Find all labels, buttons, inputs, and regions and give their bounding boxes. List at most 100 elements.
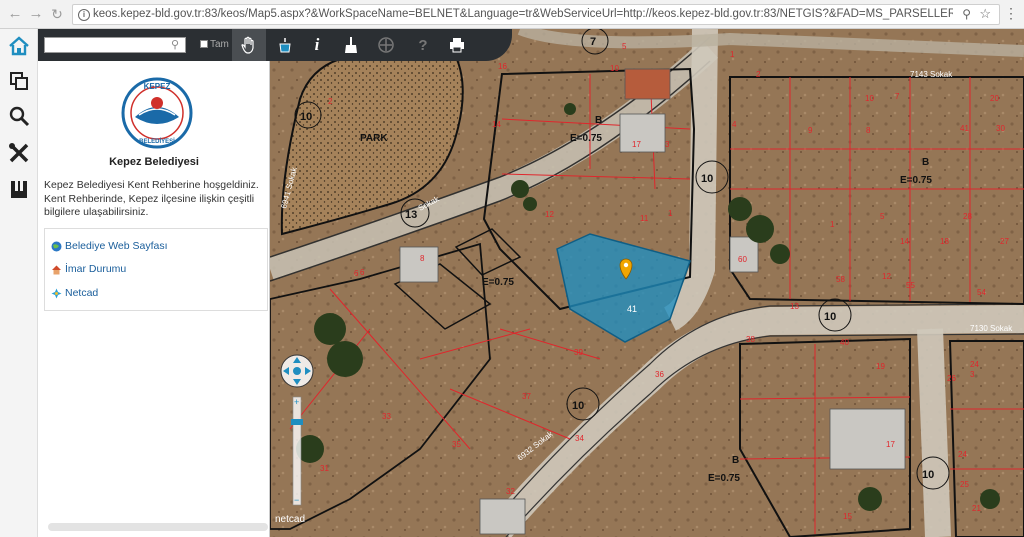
parcel-number: 26 <box>947 374 956 383</box>
parcel-number: 21 <box>972 504 981 513</box>
parcel-number: 5 <box>880 212 885 221</box>
zoom-in-icon[interactable]: + <box>294 397 299 407</box>
zoom-slider[interactable] <box>292 396 302 506</box>
parcel-number: 2 <box>328 97 333 106</box>
road-width-label: 10 <box>701 173 713 185</box>
link-belediye-web[interactable]: Belediye Web Sayfası <box>51 239 168 253</box>
parcel-number: 58 <box>836 275 845 284</box>
parcel-number: 15 <box>843 512 852 521</box>
road-width-label: 7 <box>590 36 596 48</box>
map-toolbar: i ? <box>232 29 512 61</box>
parcel-number: 3 <box>665 140 670 149</box>
zoom-out-icon[interactable]: − <box>294 495 299 505</box>
parcel-number: 10 <box>610 64 619 73</box>
search-icon[interactable] <box>0 99 37 133</box>
parcel-number: 24 <box>970 360 979 369</box>
parcel-number: 8 <box>420 254 425 263</box>
road-width-label: 10 <box>824 311 836 323</box>
zoom-magnifier-icon[interactable]: ⚲ <box>962 7 971 21</box>
road-width-label: 13 <box>405 209 417 221</box>
parcel-number: 16 <box>498 62 507 71</box>
zoom-handle[interactable] <box>291 419 303 425</box>
link-netcad[interactable]: Netcad <box>51 286 98 300</box>
home-icon[interactable] <box>0 29 37 63</box>
search-input[interactable] <box>44 37 186 53</box>
map-canvas[interactable]: PARK 41 7 10 10 10 10 13 10 B E=0.75 B E… <box>270 29 1024 537</box>
parcel-number: 12 <box>882 272 891 281</box>
forward-arrow-icon[interactable]: → <box>27 5 45 23</box>
parcel-number: 37 <box>522 392 531 401</box>
parcel-number: 28 <box>963 212 972 221</box>
map-zoom-control[interactable]: + − <box>270 347 324 517</box>
parcel-number: 5 <box>622 42 627 51</box>
parcel-number: 60 <box>738 255 747 264</box>
compass-icon[interactable] <box>369 29 403 61</box>
parcel-number: 34 <box>575 434 584 443</box>
zone-b-label: B <box>595 115 602 126</box>
street-7130-label: 7130 Sokak <box>970 324 1013 333</box>
help-icon[interactable]: ? <box>406 29 440 61</box>
svg-text:BELEDİYESİ: BELEDİYESİ <box>139 138 175 145</box>
tools-icon[interactable] <box>0 136 37 170</box>
parcel-number: 17 <box>632 140 641 149</box>
svg-text:KEPEZ: KEPEZ <box>144 82 171 91</box>
link-label[interactable]: İmar Durumu <box>65 263 126 275</box>
reload-icon[interactable]: ↻ <box>48 5 66 23</box>
density-label: E=0.75 <box>900 175 932 186</box>
bookmark-icon[interactable] <box>0 172 37 206</box>
parcel-number: 6 <box>360 268 365 277</box>
parcel-number: 39 <box>574 348 583 357</box>
density-label: E=0.75 <box>570 133 602 144</box>
parcel-number: 14 <box>900 237 909 246</box>
welcome-text: Kepez Belediyesi Kent Rehberine hoşgeldi… <box>44 179 259 218</box>
browser-menu-icon[interactable]: ⋮ <box>1004 6 1018 20</box>
parcel-number: 38 <box>746 335 755 344</box>
parcel-number: 9 <box>808 126 813 135</box>
link-label[interactable]: Netcad <box>65 287 98 299</box>
parcel-number: 13 <box>790 302 799 311</box>
parcel-number: 18 <box>940 237 949 246</box>
info-circle-icon[interactable]: i <box>78 9 90 21</box>
hand-icon[interactable] <box>232 29 266 61</box>
parcel-number: 14 <box>492 120 501 129</box>
road-width-label: 10 <box>300 111 312 123</box>
parcel-number: 33 <box>382 412 391 421</box>
browser-address-bar: ← → ↻ i keos.kepez-bld.gov.tr:83/keos/Ma… <box>0 0 1024 29</box>
parcel-number: 41 <box>960 124 969 133</box>
parcel-number: 54 <box>977 288 986 297</box>
panel-scrollbar[interactable] <box>48 523 268 531</box>
back-arrow-icon[interactable]: ← <box>6 5 24 23</box>
parcel-number: 25 <box>960 480 969 489</box>
zone-b-label: B <box>922 157 929 168</box>
netcad-icon <box>51 288 62 298</box>
broom-icon[interactable] <box>334 29 368 61</box>
bookmark-star-icon[interactable]: ☆ <box>979 6 991 22</box>
tam-label: Tam <box>210 39 229 50</box>
park-label: PARK <box>360 133 388 144</box>
info-icon[interactable]: i <box>300 29 334 61</box>
road-width-label: 10 <box>922 469 934 481</box>
parcel-number: 6 <box>354 269 359 278</box>
parcel-number: 7 <box>895 92 900 101</box>
bucket-icon[interactable] <box>268 29 302 61</box>
parcel-number: 35 <box>452 440 461 449</box>
tam-checkbox[interactable] <box>200 40 208 48</box>
netcad-watermark: netcad <box>275 514 306 525</box>
info-panel: ⚲ Tam KEPEZ BELEDİYESİ Kepez Belediyesi … <box>38 29 270 537</box>
parcel-number: 3 <box>970 370 975 379</box>
layers-icon[interactable] <box>0 64 37 98</box>
globe-icon <box>51 241 62 251</box>
link-label[interactable]: Belediye Web Sayfası <box>65 240 168 252</box>
url-text[interactable]: keos.kepez-bld.gov.tr:83/keos/Map5.aspx?… <box>93 8 953 20</box>
parcel-number: 27 <box>1000 237 1009 246</box>
parcel-number: 2 <box>756 70 761 79</box>
parcel-number: 19 <box>876 362 885 371</box>
parcel-number: 11 <box>640 214 649 223</box>
print-icon[interactable] <box>440 29 474 61</box>
icon-sidebar <box>0 29 38 537</box>
map-svg[interactable]: PARK 41 7 10 10 10 10 13 10 B E=0.75 B E… <box>270 29 1024 537</box>
url-field[interactable]: i keos.kepez-bld.gov.tr:83/keos/Map5.asp… <box>72 4 1000 25</box>
parcel-number: 1 <box>668 209 673 218</box>
search-magnifier-icon[interactable]: ⚲ <box>171 38 179 51</box>
link-imar-durumu[interactable]: İmar Durumu <box>51 262 126 276</box>
